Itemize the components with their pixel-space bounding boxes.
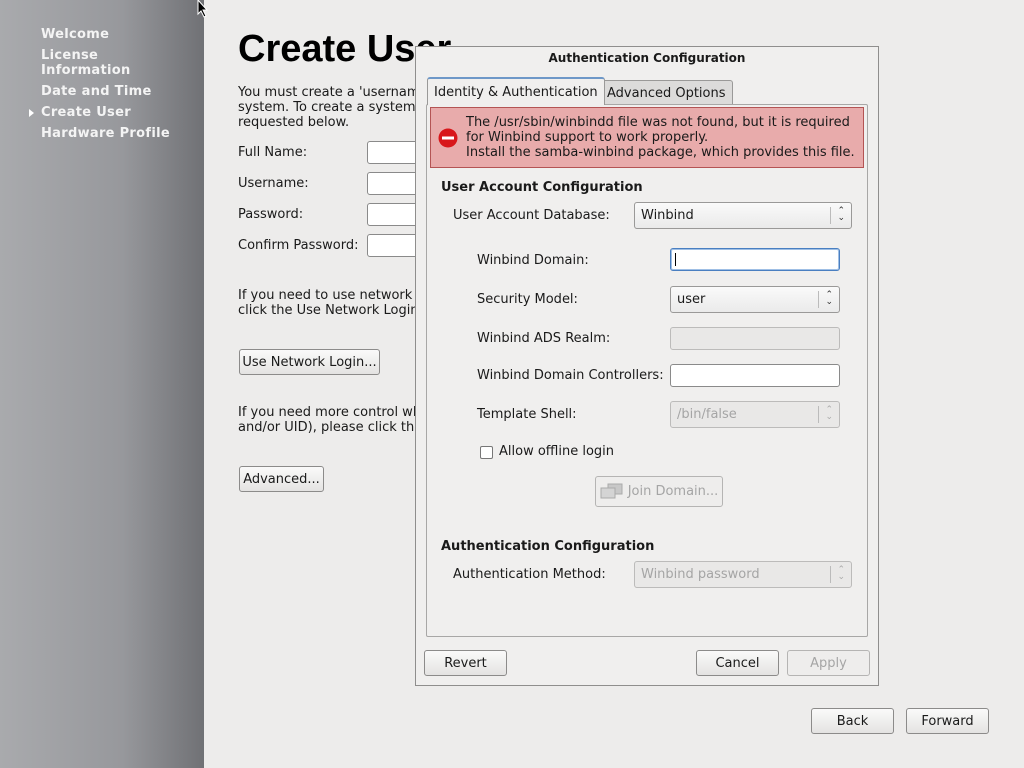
use-network-login-button[interactable]: Use Network Login... — [239, 349, 380, 375]
ads-realm-label: Winbind ADS Realm: — [477, 331, 611, 346]
text-line: If you need to use network a — [238, 288, 425, 303]
revert-button[interactable]: Revert — [424, 650, 507, 676]
apply-button[interactable]: Apply — [787, 650, 870, 676]
auth-method-label: Authentication Method: — [453, 567, 606, 582]
ads-realm-input[interactable] — [670, 327, 840, 350]
mouse-cursor-icon — [197, 0, 209, 18]
error-line: The /usr/sbin/winbindd file was not foun… — [466, 115, 850, 130]
intro-line: system. To create a system — [238, 100, 416, 115]
error-line: Install the samba-winbind package, which… — [466, 145, 855, 160]
auth-method-select[interactable]: Winbind password ⌃ ⌄ — [634, 561, 852, 588]
domain-controllers-label: Winbind Domain Controllers: — [477, 368, 664, 383]
forward-button[interactable]: Forward — [906, 708, 989, 734]
password-label: Password: — [238, 207, 304, 222]
template-shell-select[interactable]: /bin/false ⌃ ⌄ — [670, 401, 840, 428]
sidebar-item-hardware-profile: Hardware Profile — [41, 126, 170, 141]
select-value: Winbind — [641, 208, 694, 223]
network-login-text: If you need to use network a click the U… — [238, 288, 424, 318]
winbind-domain-input[interactable] — [670, 248, 840, 271]
intro-line: You must create a 'usernam — [238, 85, 420, 100]
chevron-up-down-icon: ⌃ ⌄ — [837, 565, 845, 582]
allow-offline-login-checkbox[interactable] — [480, 446, 493, 459]
winbind-domain-label: Winbind Domain: — [477, 253, 589, 268]
tab-advanced-options[interactable]: Advanced Options — [600, 80, 733, 106]
text-line: If you need more control wh — [238, 405, 422, 420]
error-message: The /usr/sbin/winbindd file was not foun… — [466, 115, 855, 160]
error-alert: The /usr/sbin/winbindd file was not foun… — [430, 107, 864, 168]
cancel-button[interactable]: Cancel — [696, 650, 779, 676]
domain-controllers-input[interactable] — [670, 364, 840, 387]
authentication-configuration-dialog: Authentication Configuration Identity & … — [415, 46, 879, 686]
select-value: user — [677, 292, 706, 307]
tab-panel: The /usr/sbin/winbindd file was not foun… — [426, 104, 868, 637]
select-value: /bin/false — [677, 407, 737, 422]
user-account-section-heading: User Account Configuration — [441, 180, 643, 195]
text-line: click the Use Network Login — [238, 303, 419, 318]
network-computers-icon — [600, 483, 623, 498]
dialog-title[interactable]: Authentication Configuration — [416, 47, 878, 69]
allow-offline-login-label[interactable]: Allow offline login — [499, 444, 614, 459]
confirm-password-label: Confirm Password: — [238, 238, 359, 253]
auth-section-heading: Authentication Configuration — [441, 539, 655, 554]
tab-identity-authentication[interactable]: Identity & Authentication — [427, 77, 605, 105]
chevron-up-down-icon: ⌃ ⌄ — [837, 206, 845, 223]
chevron-up-down-icon: ⌃ ⌄ — [825, 290, 833, 307]
sidebar-item-create-user: Create User — [41, 105, 131, 120]
user-account-db-select[interactable]: Winbind ⌃ ⌄ — [634, 202, 852, 229]
username-label: Username: — [238, 176, 309, 191]
advanced-button[interactable]: Advanced... — [239, 466, 324, 492]
join-domain-label: Join Domain... — [627, 484, 719, 499]
template-shell-label: Template Shell: — [477, 407, 577, 422]
security-model-label: Security Model: — [477, 292, 578, 307]
error-icon — [438, 128, 458, 148]
intro-text: You must create a 'usernam system. To cr… — [238, 85, 420, 130]
full-name-label: Full Name: — [238, 145, 308, 160]
intro-line: requested below. — [238, 115, 350, 130]
sidebar-item-license: License Information — [41, 48, 131, 78]
join-domain-button[interactable]: Join Domain... — [595, 476, 723, 507]
sidebar-item-date-time: Date and Time — [41, 84, 152, 99]
security-model-select[interactable]: user ⌃ ⌄ — [670, 286, 840, 313]
sidebar: Welcome License Information Date and Tim… — [0, 0, 204, 768]
current-step-arrow-icon — [29, 109, 34, 117]
back-button[interactable]: Back — [811, 708, 894, 734]
chevron-up-down-icon: ⌃ ⌄ — [825, 405, 833, 422]
advanced-text: If you need more control wh and/or UID),… — [238, 405, 422, 435]
text-cursor — [675, 253, 676, 266]
user-account-db-label: User Account Database: — [453, 208, 610, 223]
sidebar-item-welcome: Welcome — [41, 27, 110, 42]
error-line: for Winbind support to work properly. — [466, 130, 709, 145]
select-value: Winbind password — [641, 567, 760, 582]
text-line: and/or UID), please click the — [238, 420, 423, 435]
